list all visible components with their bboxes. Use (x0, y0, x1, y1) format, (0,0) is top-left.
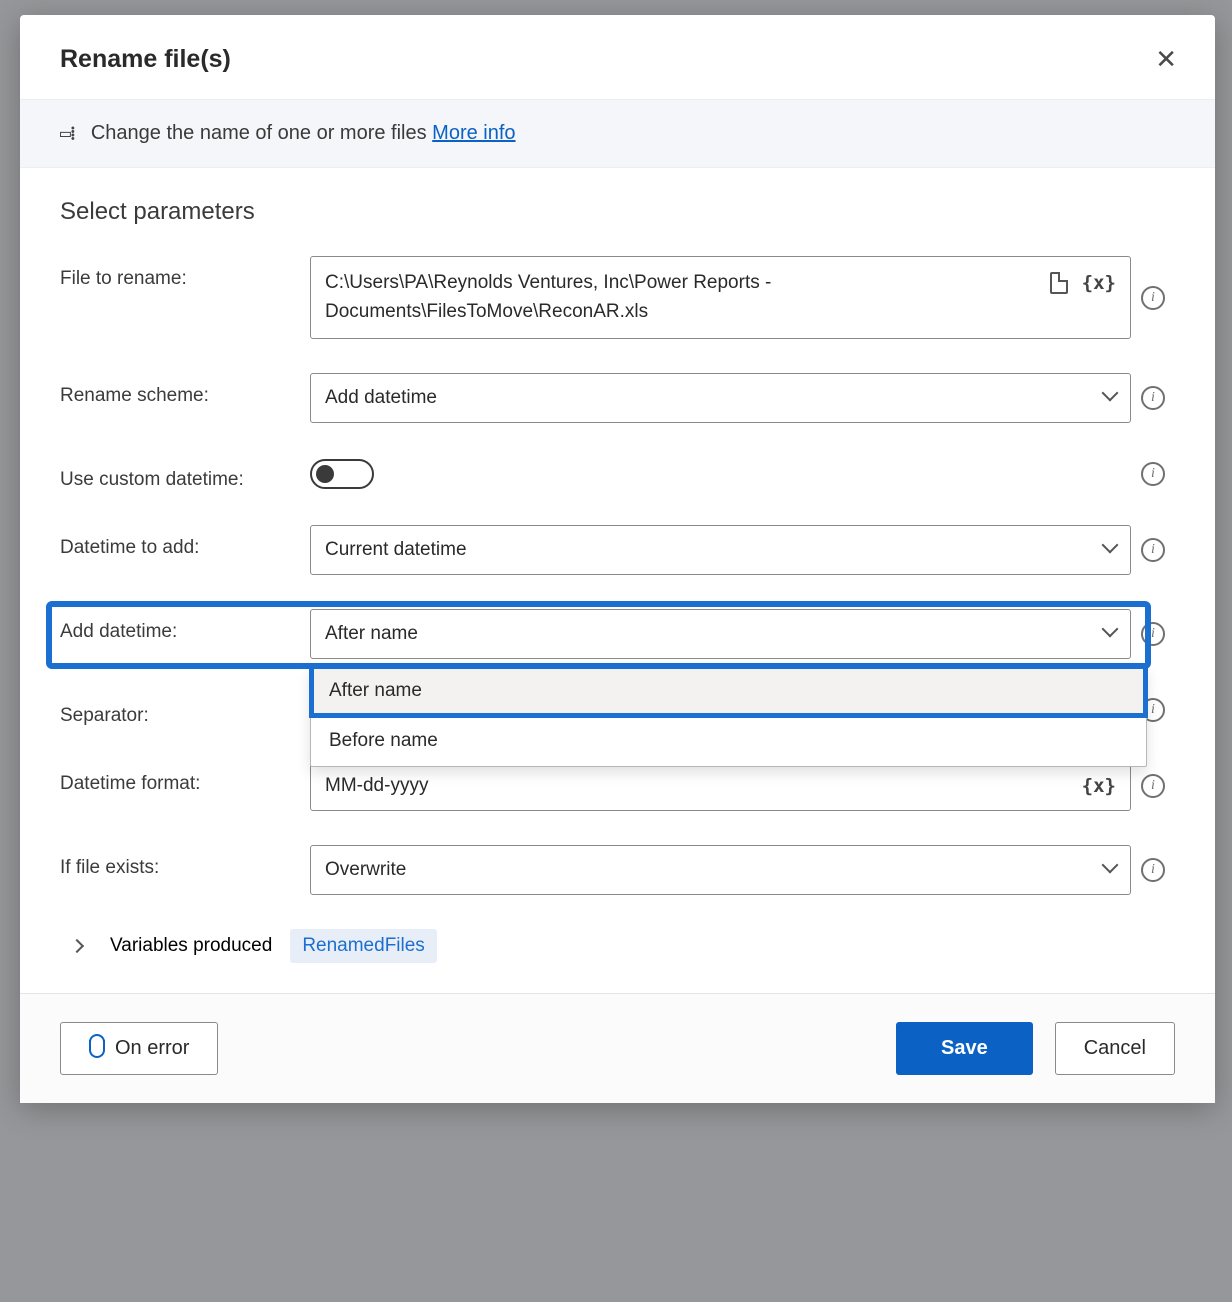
info-icon[interactable]: i (1141, 386, 1165, 410)
chevron-right-icon[interactable] (72, 935, 92, 957)
info-icon[interactable]: i (1141, 538, 1165, 562)
info-icon[interactable]: i (1141, 774, 1165, 798)
label-if-file-exists: If file exists: (60, 845, 310, 879)
shield-icon (89, 1040, 105, 1058)
rename-icon: ▭⁞ (60, 123, 75, 144)
on-error-label: On error (115, 1037, 189, 1060)
value-add-datetime: After name (325, 623, 1094, 645)
section-title: Select parameters (60, 198, 1175, 226)
row-variables-produced: Variables produced RenamedFiles (72, 929, 1175, 963)
value-rename-scheme: Add datetime (325, 387, 1094, 409)
label-separator: Separator: (60, 693, 310, 727)
value-datetime-format: MM-dd-yyyy (325, 775, 1072, 797)
label-datetime-to-add: Datetime to add: (60, 525, 310, 559)
option-after-name[interactable]: After name (311, 666, 1146, 716)
on-error-button[interactable]: On error (60, 1022, 218, 1075)
info-icon[interactable]: i (1141, 622, 1165, 646)
chevron-down-icon (1104, 623, 1116, 645)
value-datetime-to-add: Current datetime (325, 539, 1094, 561)
value-if-file-exists: Overwrite (325, 859, 1094, 881)
cancel-button[interactable]: Cancel (1055, 1022, 1175, 1075)
label-datetime-format: Datetime format: (60, 761, 310, 795)
select-rename-scheme[interactable]: Add datetime (310, 373, 1131, 423)
row-if-file-exists: If file exists: Overwrite i (60, 845, 1175, 895)
label-rename-scheme: Rename scheme: (60, 373, 310, 407)
toggle-knob (316, 465, 334, 483)
variable-picker-icon[interactable]: {x} (1082, 775, 1116, 797)
dropdown-add-datetime: After name Before name (310, 665, 1147, 767)
select-if-file-exists[interactable]: Overwrite (310, 845, 1131, 895)
label-variables-produced: Variables produced (110, 935, 272, 957)
chevron-down-icon (1104, 859, 1116, 881)
file-picker-icon[interactable] (1050, 272, 1068, 294)
description-text: Change the name of one or more files (91, 122, 427, 144)
variable-chip-renamedfiles[interactable]: RenamedFiles (290, 929, 437, 963)
variable-picker-icon[interactable]: {x} (1082, 269, 1116, 298)
option-before-name[interactable]: Before name (311, 716, 1146, 766)
description-bar: ▭⁞ Change the name of one or more files … (20, 99, 1215, 168)
row-add-datetime: Add datetime: After name i After name Be… (60, 609, 1175, 659)
more-info-link[interactable]: More info (432, 122, 515, 144)
info-icon[interactable]: i (1141, 858, 1165, 882)
row-use-custom-datetime: Use custom datetime: i (60, 457, 1175, 491)
close-icon[interactable]: ✕ (1147, 40, 1185, 79)
input-datetime-format[interactable]: MM-dd-yyyy {x} (310, 761, 1131, 811)
select-add-datetime[interactable]: After name (310, 609, 1131, 659)
input-file-to-rename[interactable]: C:\Users\PA\Reynolds Ventures, Inc\Power… (310, 256, 1131, 339)
row-datetime-format: Datetime format: MM-dd-yyyy {x} i (60, 761, 1175, 811)
dialog-footer: On error Save Cancel (20, 993, 1215, 1103)
chevron-down-icon (1104, 387, 1116, 409)
row-datetime-to-add: Datetime to add: Current datetime i (60, 525, 1175, 575)
info-icon[interactable]: i (1141, 462, 1165, 486)
label-file-to-rename: File to rename: (60, 256, 310, 290)
select-datetime-to-add[interactable]: Current datetime (310, 525, 1131, 575)
label-use-custom-datetime: Use custom datetime: (60, 457, 310, 491)
dialog-header: Rename file(s) ✕ (20, 15, 1215, 99)
label-add-datetime: Add datetime: (60, 609, 310, 643)
dialog-body: Select parameters File to rename: C:\Use… (20, 168, 1215, 993)
toggle-use-custom-datetime[interactable] (310, 459, 374, 489)
info-icon[interactable]: i (1141, 286, 1165, 310)
row-file-to-rename: File to rename: C:\Users\PA\Reynolds Ven… (60, 256, 1175, 339)
value-file-to-rename: C:\Users\PA\Reynolds Ventures, Inc\Power… (325, 269, 1040, 326)
save-button[interactable]: Save (896, 1022, 1033, 1075)
chevron-down-icon (1104, 539, 1116, 561)
rename-files-dialog: Rename file(s) ✕ ▭⁞ Change the name of o… (20, 15, 1215, 1103)
row-rename-scheme: Rename scheme: Add datetime i (60, 373, 1175, 423)
dialog-title: Rename file(s) (60, 45, 231, 74)
